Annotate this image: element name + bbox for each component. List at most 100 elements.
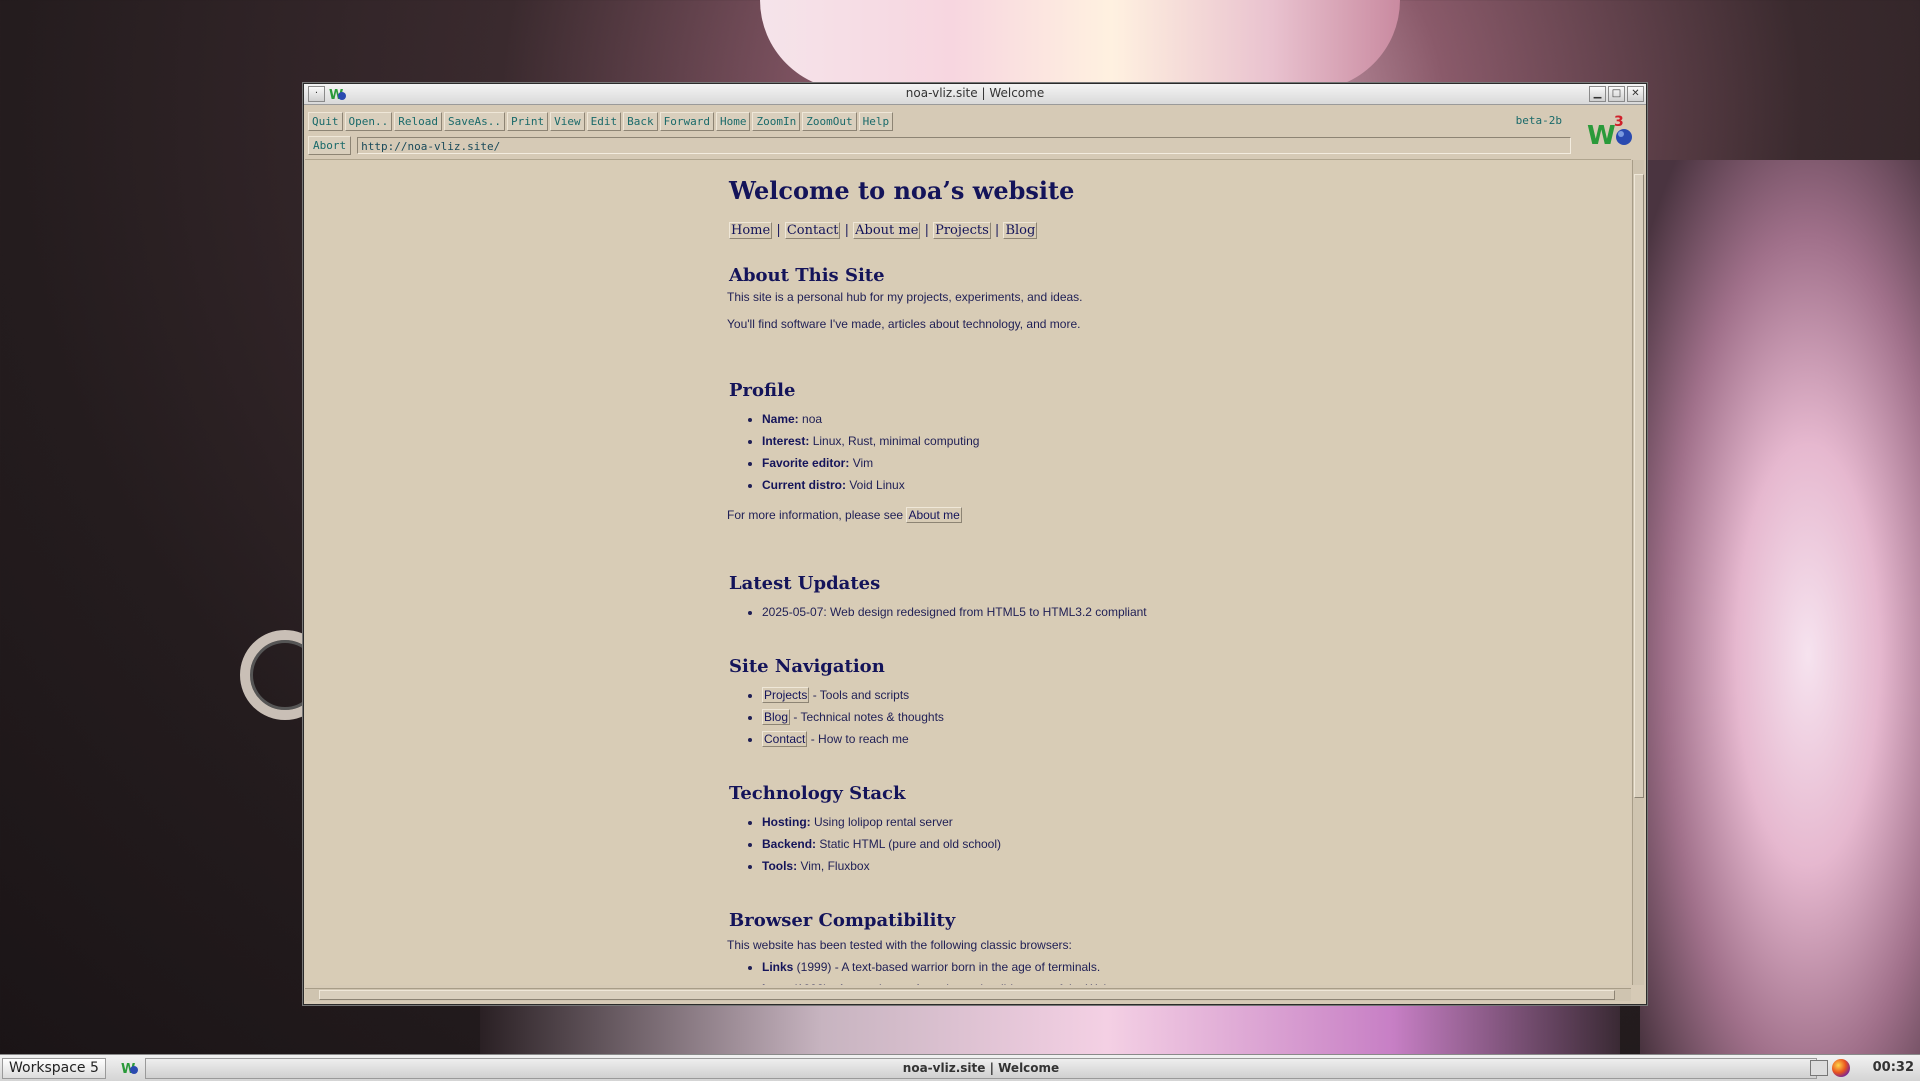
- toolbar-button[interactable]: Print: [506, 112, 549, 131]
- about-heading: About This Site: [729, 265, 885, 286]
- toolbar-button[interactable]: Forward: [659, 112, 714, 131]
- browser-toolbar: Quit Open.. Reload SaveAs.. Print View Edit Bac…: [304, 105, 1574, 157]
- updates-list: 2025-05-07: Web design redesigned from H…: [727, 601, 1147, 623]
- close-button[interactable]: ✕: [1627, 86, 1644, 102]
- sitenav-link[interactable]: Blog: [762, 709, 791, 725]
- nav-link[interactable]: Blog: [1003, 222, 1038, 239]
- compat-heading: Browser Compatibility: [729, 910, 956, 931]
- toolbar-button[interactable]: Open..: [344, 112, 393, 131]
- nav-link[interactable]: About me: [853, 222, 921, 239]
- nav-link[interactable]: Contact: [784, 222, 841, 239]
- list-item: Links (1999) - A text-based warrior born…: [762, 956, 1114, 978]
- browser-name: Lynx: [762, 982, 790, 985]
- page-title: Welcome to noa’s website: [729, 176, 1075, 205]
- title-bar[interactable]: · W noa-vliz.site | Welcome ▁ □ ✕: [304, 84, 1646, 105]
- version-label: beta-2b: [1515, 114, 1562, 127]
- sitenav-heading: Site Navigation: [729, 656, 885, 677]
- about-me-link[interactable]: About me: [906, 507, 962, 523]
- item-value: Static HTML (pure and old school): [819, 837, 1002, 851]
- sitenav-link[interactable]: Contact: [762, 731, 808, 747]
- window-title: noa-vliz.site | Welcome: [905, 86, 1045, 100]
- item-value: Void Linux: [849, 478, 905, 492]
- toolbar-button[interactable]: Edit: [586, 112, 622, 131]
- tech-heading: Technology Stack: [729, 783, 906, 804]
- nav-link[interactable]: Home: [729, 222, 773, 239]
- nav-separator: |: [840, 223, 854, 238]
- item-key: Hosting:: [762, 815, 811, 829]
- task-button[interactable]: noa-vliz.site | Welcome: [145, 1058, 1817, 1079]
- about-text-2: You'll find software I've made, articles…: [727, 317, 1081, 331]
- sitenav-list: Projects - Tools and scriptsBlog - Techn…: [727, 684, 944, 750]
- system-tray: [1810, 1059, 1850, 1077]
- list-item: Projects - Tools and scripts: [762, 684, 944, 706]
- profile-more-text: For more information, please see: [727, 508, 904, 522]
- about-text-1: This site is a personal hub for my proje…: [727, 290, 1083, 304]
- item-key: Favorite editor:: [762, 456, 850, 470]
- wallpaper-art-bottom: [480, 1000, 1620, 1060]
- w3c-logo-icon: W 3: [1587, 114, 1632, 150]
- item-value: Vim: [852, 456, 874, 470]
- url-row: Abort http://noa-vliz.site/: [308, 136, 1572, 155]
- nav-separator: |: [772, 223, 785, 238]
- taskbar: Workspace 5 W noa-vliz.site | Welcome 00…: [0, 1054, 1920, 1081]
- update-item: 2025-05-07: Web design redesigned from H…: [762, 601, 1147, 623]
- list-item: Favorite editor: Vim: [762, 452, 979, 474]
- toolbar-button[interactable]: Back: [623, 112, 658, 131]
- item-key: Current distro:: [762, 478, 846, 492]
- list-item: Lynx (1992) - A true pioneer from the ea…: [762, 978, 1114, 985]
- item-key: Name:: [762, 412, 799, 426]
- toolbar-button[interactable]: Help: [858, 112, 894, 131]
- toolbar-button[interactable]: ZoomIn: [752, 112, 801, 131]
- nav-separator: |: [920, 223, 934, 238]
- svg-text:3: 3: [1614, 114, 1624, 130]
- tech-list: Hosting: Using lolipop rental serverBack…: [727, 811, 1001, 877]
- profile-more: For more information, please see About m…: [727, 507, 962, 523]
- compat-intro: This website has been tested with the fo…: [727, 938, 1072, 952]
- updates-heading: Latest Updates: [729, 573, 881, 594]
- keyboard-icon[interactable]: [1810, 1060, 1828, 1076]
- list-item: Name: noa: [762, 408, 979, 430]
- minimize-button[interactable]: ▁: [1589, 86, 1606, 102]
- site-nav: Home | Contact | About me | Projects | B…: [729, 222, 1038, 239]
- list-item: Contact - How to reach me: [762, 728, 944, 750]
- list-item: Current distro: Void Linux: [762, 474, 979, 496]
- item-key: Interest:: [762, 434, 810, 448]
- browser-tray-icon[interactable]: [1832, 1059, 1850, 1077]
- list-item: Interest: Linux, Rust, minimal computing: [762, 430, 979, 452]
- toolbar-buttons: Quit Open.. Reload SaveAs.. Print View Edit Bac…: [308, 112, 894, 131]
- list-item: Backend: Static HTML (pure and old schoo…: [762, 833, 1001, 855]
- sitenav-desc: - How to reach me: [807, 732, 909, 746]
- page-viewport[interactable]: Welcome to noa’s website Home | Contact …: [305, 159, 1631, 985]
- item-value: Linux, Rust, minimal computing: [812, 434, 980, 448]
- profile-list: Name: noaInterest: Linux, Rust, minimal …: [727, 408, 979, 496]
- sitenav-desc: - Tools and scripts: [809, 688, 910, 702]
- url-field[interactable]: http://noa-vliz.site/: [357, 137, 1572, 154]
- sitenav-link[interactable]: Projects: [762, 687, 810, 703]
- maximize-button[interactable]: □: [1608, 86, 1625, 102]
- horizontal-scroll-thumb[interactable]: [319, 990, 1615, 1000]
- horizontal-scrollbar[interactable]: [305, 988, 1631, 1001]
- vertical-scrollbar[interactable]: [1632, 160, 1644, 985]
- vertical-scroll-thumb[interactable]: [1634, 174, 1644, 798]
- profile-heading: Profile: [729, 380, 796, 401]
- toolbar-button[interactable]: SaveAs..: [444, 112, 505, 131]
- clock: 00:32: [1872, 1060, 1914, 1075]
- toolbar-button[interactable]: View: [550, 112, 585, 131]
- sitenav-desc: - Technical notes & thoughts: [790, 710, 944, 724]
- wallpaper-art-right: [1640, 160, 1920, 1060]
- svg-text:W: W: [1587, 121, 1616, 150]
- toolbar-button[interactable]: Reload: [394, 112, 442, 131]
- item-key: Tools:: [762, 859, 798, 873]
- item-value: Vim, Fluxbox: [800, 859, 870, 873]
- nav-link[interactable]: Projects: [933, 222, 991, 239]
- list-item: Blog - Technical notes & thoughts: [762, 706, 944, 728]
- toolbar-button[interactable]: Quit: [308, 112, 343, 131]
- browser-window: · W noa-vliz.site | Welcome ▁ □ ✕ Quit Op…: [303, 83, 1647, 1005]
- workspace-label[interactable]: Workspace 5: [2, 1058, 106, 1079]
- toolbar-button[interactable]: ZoomOut: [802, 112, 857, 131]
- abort-button[interactable]: Abort: [308, 136, 352, 155]
- nav-separator: |: [990, 223, 1004, 238]
- wallpaper-art-top: [760, 0, 1400, 90]
- toolbar-button[interactable]: Home: [715, 112, 751, 131]
- item-value: noa: [802, 412, 823, 426]
